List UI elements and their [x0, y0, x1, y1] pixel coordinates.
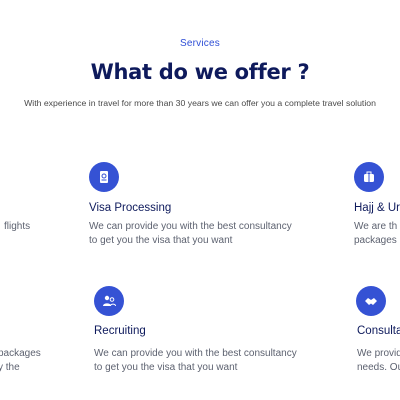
flights-card-description: flights [4, 221, 31, 232]
hajj-card-description-line1: We are th [354, 221, 398, 232]
section-title: What do we offer ? [90, 60, 310, 84]
recruiting-card-description-line2: to get you the visa that you want [94, 362, 238, 373]
passport-icon [89, 162, 119, 192]
handshake-icon [356, 286, 386, 316]
section-subtitle: With experience in travel for more than … [24, 98, 376, 108]
consulting-card-description-line2: needs. Ou [357, 362, 400, 373]
hajj-card-description-line2: packages [354, 235, 397, 246]
visa-card-description-line2: to get you the visa that you want [89, 235, 233, 246]
luggage-icon [354, 162, 384, 192]
recruiting-card-description-line1: We can provide you with the best consult… [94, 348, 297, 359]
section-eyebrow: Services [180, 38, 220, 49]
packages-card-description-line1: packages [0, 348, 41, 359]
hajj-card-title: Hajj & Ur [354, 202, 400, 214]
people-icon [94, 286, 124, 316]
packages-card-description-line2: y the [0, 362, 20, 373]
visa-card-description-line1: We can provide you with the best consult… [89, 221, 292, 232]
visa-card-title: Visa Processing [89, 202, 172, 214]
consulting-card-description-line1: We provid [357, 348, 400, 359]
consulting-card-title: Consulta [357, 325, 400, 337]
recruiting-card-title: Recruiting [94, 325, 146, 337]
